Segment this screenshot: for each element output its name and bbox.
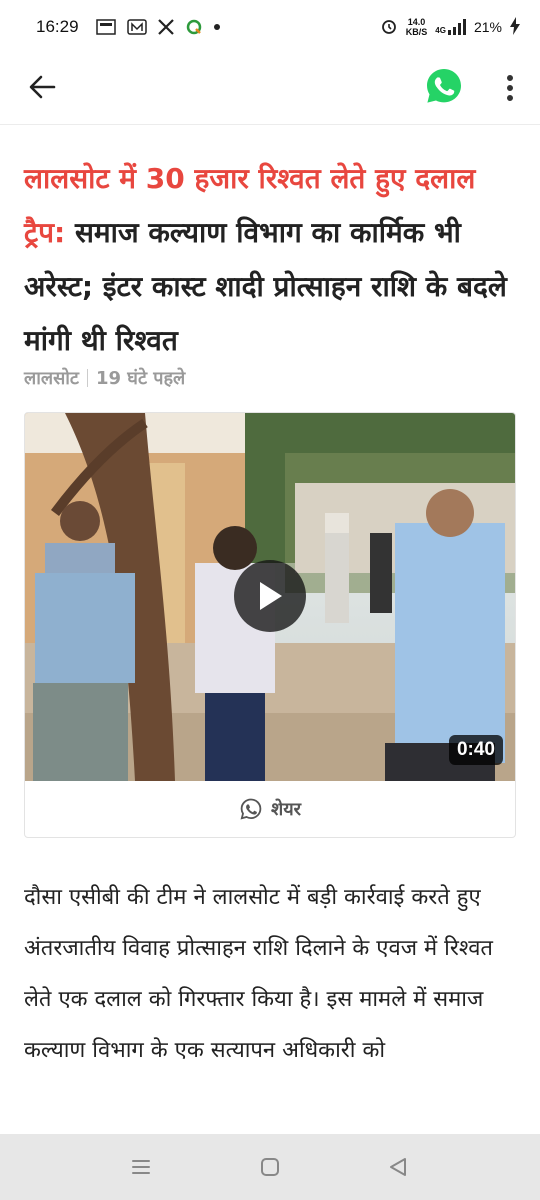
more-options-button[interactable] [500,70,520,106]
network-speed: 14.0 KB/S [406,17,428,37]
dainik-bhaskar-icon [95,18,117,36]
arrow-left-icon [29,75,56,99]
network-type: 4G [435,26,446,35]
home-button[interactable] [257,1154,283,1180]
headline-rest: समाज कल्याण विभाग का कार्मिक भी अरेस्ट; … [24,216,507,357]
whatsapp-share-button[interactable] [424,66,464,106]
video-player[interactable]: 0:40 [25,413,515,781]
share-label: शेयर [270,799,302,820]
article-location[interactable]: लालसोट [24,366,79,390]
x-icon [157,18,175,36]
article-meta: लालसोट 19 घंटे पहले [24,366,185,390]
play-button[interactable] [234,560,306,632]
video-duration: 0:40 [448,735,503,765]
back-button[interactable] [26,70,60,104]
article-headline: लालसोट में 30 हजार रिश्वत लेते हुए दलाल … [24,152,520,368]
net-speed-unit: KB/S [405,27,428,37]
q-app-icon [185,18,203,36]
more-vertical-icon [507,75,513,101]
dot-icon [213,23,221,31]
signal-icon: 4G [435,19,466,35]
status-bar: 16:29 14.0 KB/S 4G 21% [0,0,540,54]
nav-back-icon [390,1158,406,1176]
recents-button[interactable] [128,1154,154,1180]
article-time: 19 घंटे पहले [95,368,186,389]
app-bar [0,54,540,125]
alarm-icon [380,17,398,38]
whatsapp-outline-icon [240,798,262,820]
status-time: 16:29 [36,17,79,36]
article-body: दौसा एसीबी की टीम ने लालसोट में बड़ी कार… [24,885,493,1063]
play-icon [260,582,282,610]
video-card: 0:40 शेयर [24,412,516,838]
net-speed-value: 14.0 [407,17,426,27]
nav-back-button[interactable] [385,1154,411,1180]
home-icon [261,1158,279,1176]
charging-icon [510,16,520,38]
whatsapp-icon [427,69,461,103]
system-nav-bar [0,1134,540,1200]
recents-icon [132,1160,150,1174]
share-button[interactable]: शेयर [25,781,515,837]
battery-percent: 21% [473,19,502,35]
m-app-icon [126,18,147,36]
meta-divider [86,369,88,387]
